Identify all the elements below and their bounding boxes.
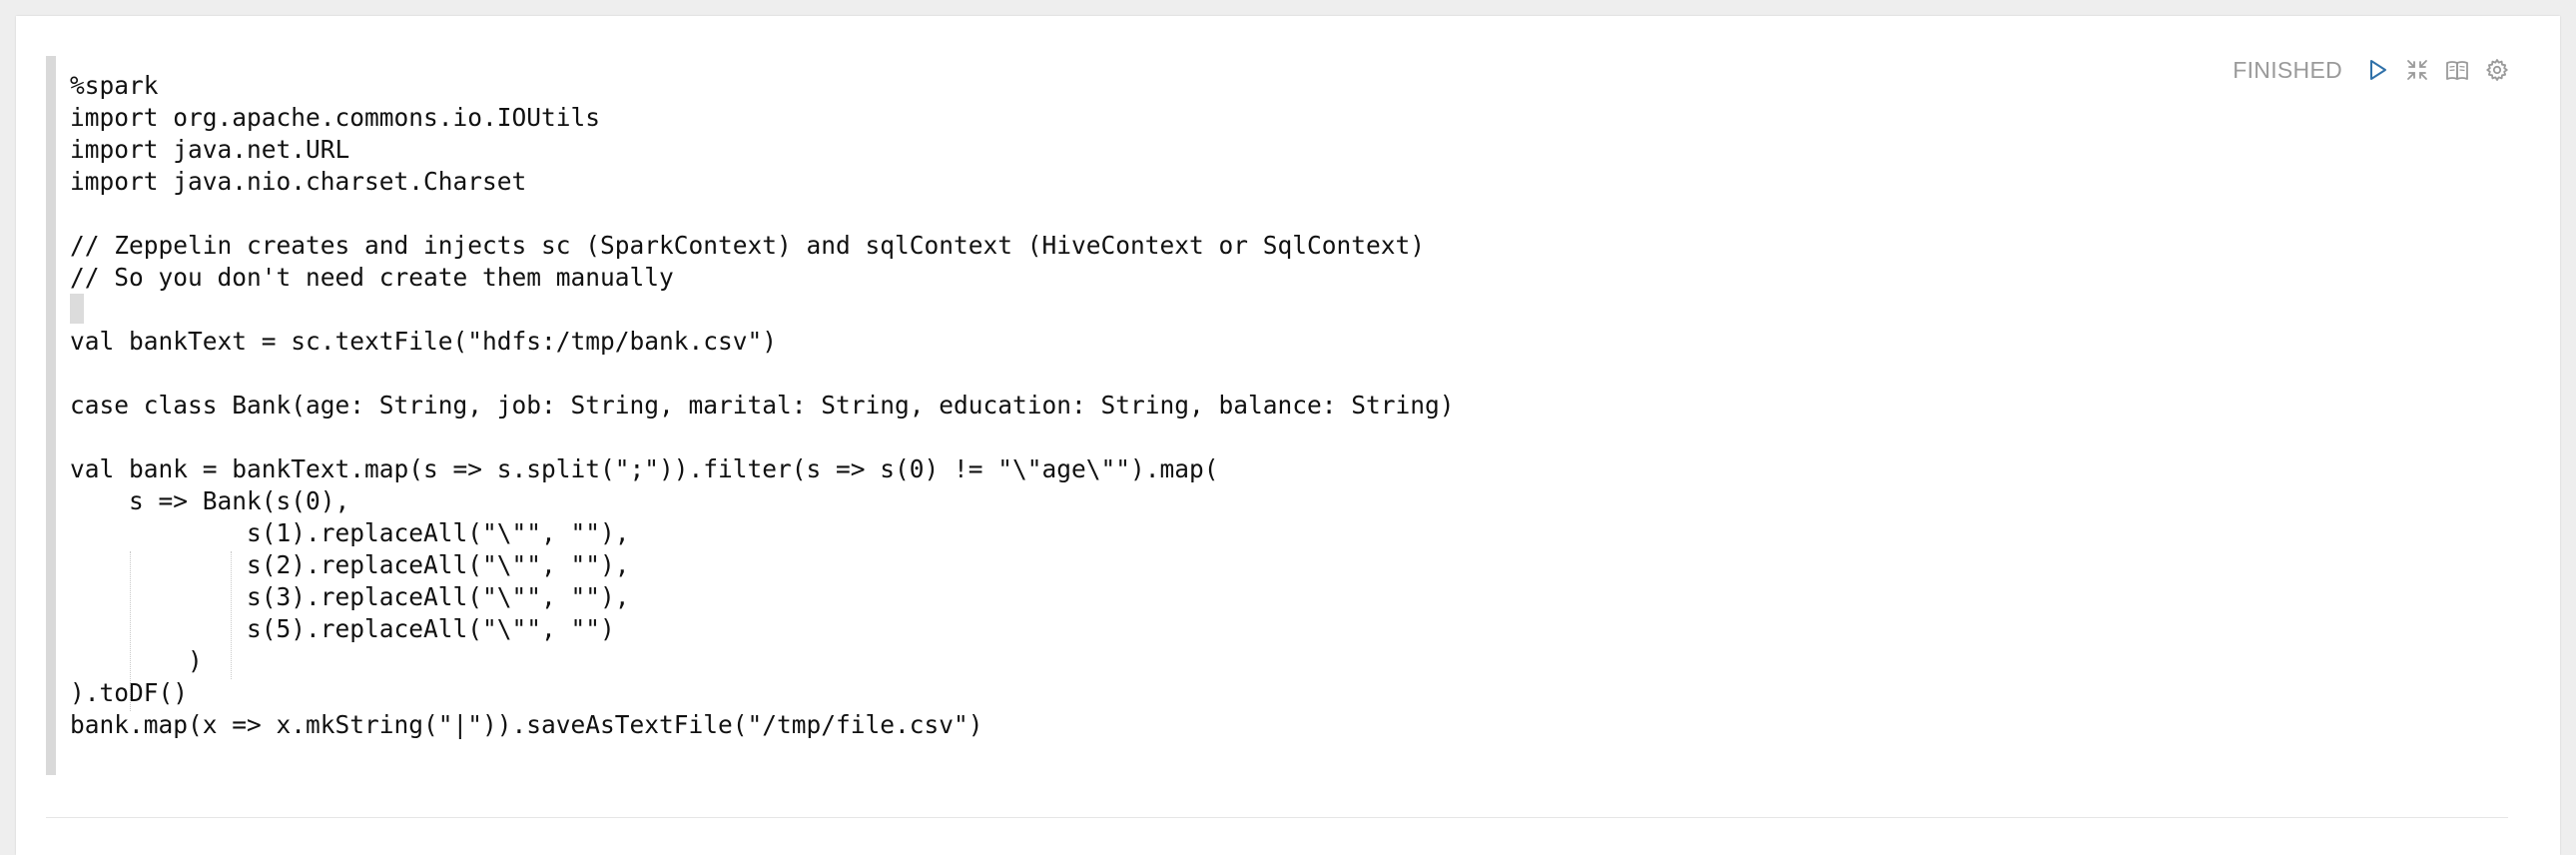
code-line: %spark bbox=[70, 71, 159, 100]
code-line: import java.net.URL bbox=[70, 135, 350, 164]
code-line: val bank = bankText.map(s => s.split(";"… bbox=[70, 454, 1219, 483]
code-line: s(3).replaceAll("\"", ""), bbox=[70, 582, 630, 611]
code-line: // Zeppelin creates and injects sc (Spar… bbox=[70, 231, 1426, 260]
collapse-icon[interactable] bbox=[2404, 57, 2430, 83]
paragraph-toolbar: FINISHED bbox=[2233, 55, 2510, 85]
book-icon[interactable] bbox=[2444, 57, 2470, 83]
code-text[interactable]: %spark import org.apache.commons.io.IOUti… bbox=[70, 70, 1455, 741]
indent-guide bbox=[130, 551, 131, 711]
code-line: ).toDF() bbox=[70, 678, 189, 707]
code-line: // So you don't need create them manuall… bbox=[70, 263, 674, 292]
code-line: case class Bank(age: String, job: String… bbox=[70, 391, 1455, 420]
code-line: s(5).replaceAll("\"", "") bbox=[70, 614, 615, 643]
status-label: FINISHED bbox=[2233, 56, 2342, 83]
code-line: import org.apache.commons.io.IOUtils bbox=[70, 103, 601, 132]
code-line: s => Bank(s(0), bbox=[70, 486, 350, 515]
code-line: s(1).replaceAll("\"", ""), bbox=[70, 518, 630, 547]
indent-guide bbox=[231, 551, 232, 679]
code-line: s(2).replaceAll("\"", ""), bbox=[70, 550, 630, 579]
code-line: import java.nio.charset.Charset bbox=[70, 167, 527, 196]
code-line: bank.map(x => x.mkString("|")).saveAsTex… bbox=[70, 710, 983, 739]
code-editor[interactable]: %spark import org.apache.commons.io.IOUti… bbox=[46, 56, 2532, 775]
code-line: val bankText = sc.textFile("hdfs:/tmp/ba… bbox=[70, 327, 778, 356]
paragraph-divider bbox=[46, 817, 2508, 818]
run-icon[interactable] bbox=[2364, 57, 2390, 83]
notebook-paragraph: %spark import org.apache.commons.io.IOUti… bbox=[16, 16, 2560, 855]
gear-icon[interactable] bbox=[2484, 57, 2510, 83]
code-line: ) bbox=[70, 646, 203, 675]
